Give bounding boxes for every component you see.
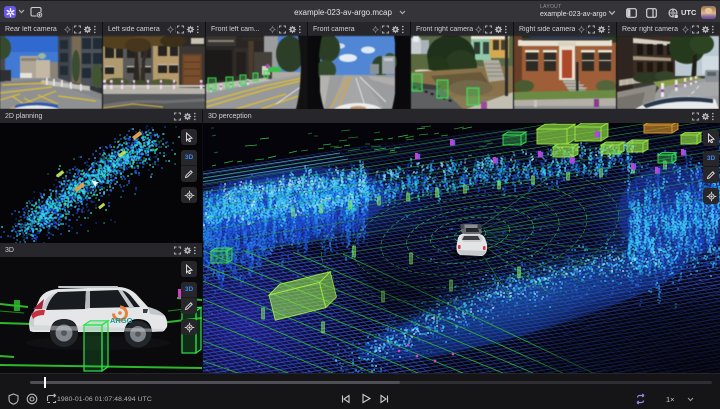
svg-text:ARGO: ARGO xyxy=(110,316,133,325)
